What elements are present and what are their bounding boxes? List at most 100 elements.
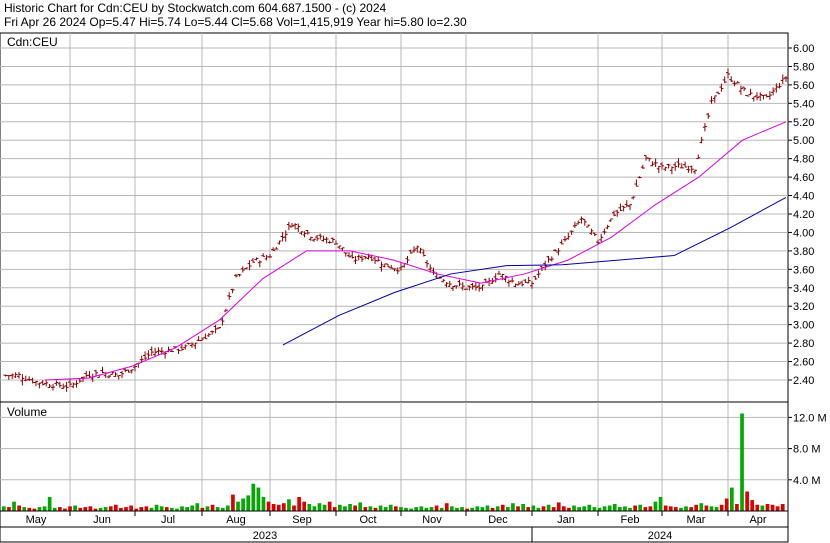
volume-bar: [480, 507, 485, 511]
time-axis-months: [0, 510, 789, 528]
volume-bar: [506, 507, 510, 511]
volume-bar: [358, 502, 363, 511]
month-label: Oct: [359, 514, 376, 526]
volume-bar: [719, 504, 724, 511]
price-tick-label: 4.20: [793, 209, 814, 221]
volume-bar: [587, 504, 592, 511]
volume-bar: [195, 503, 200, 511]
volume-bar: [765, 503, 770, 511]
volume-bar: [236, 501, 240, 511]
year-label: 2023: [253, 530, 277, 542]
volume-bar: [572, 505, 576, 511]
price-tick-label: 2.80: [793, 338, 814, 350]
month-label: Jul: [161, 514, 175, 526]
volume-bar: [735, 503, 739, 511]
month-label: Nov: [422, 514, 442, 526]
month-label: Apr: [749, 514, 766, 526]
volume-bar: [282, 503, 286, 511]
volume-bar: [541, 506, 546, 511]
volume-bar: [164, 507, 169, 511]
price-tick-label: 2.40: [793, 375, 814, 387]
volume-bar: [22, 507, 27, 511]
price-tick-label: 5.80: [793, 61, 814, 73]
volume-bar: [414, 507, 419, 511]
volume-bar: [399, 507, 403, 511]
volume-bar: [292, 505, 296, 511]
volume-bar: [546, 504, 551, 511]
volume-bar: [709, 506, 714, 511]
volume-bar: [444, 503, 449, 511]
volume-bar: [17, 505, 21, 511]
volume-bar: [562, 506, 566, 511]
month-label: Aug: [226, 514, 246, 526]
volume-bar: [551, 507, 556, 511]
volume-bar: [215, 507, 220, 511]
volume-bar: [745, 491, 749, 511]
volume-bar: [327, 501, 332, 511]
volume-bar: [144, 506, 149, 511]
volume-bar: [633, 505, 637, 511]
stock-chart: 6.00 5.80 5.60 5.40 5.20 5.00 4.80 4.60 4.40 4.20…: [0, 32, 827, 543]
price-tick-label: 4.40: [793, 191, 814, 203]
volume-bar: [210, 504, 215, 511]
price-tick-label: 3.20: [793, 301, 814, 313]
volume-bar: [648, 506, 653, 511]
volume-bar: [322, 504, 327, 511]
volume-tick-label: 12.0 M: [793, 412, 827, 424]
volume-bar: [297, 496, 301, 511]
volume-bar: [602, 506, 607, 511]
month-label: Mar: [687, 514, 706, 526]
volume-bar: [460, 507, 464, 511]
volume-bar: [623, 506, 627, 511]
volume-bar: [674, 507, 678, 511]
volume-bar: [114, 504, 118, 511]
volume-bar: [653, 501, 658, 511]
volume-bar: [475, 506, 480, 511]
volume-bar: [450, 506, 454, 511]
volume-bar: [485, 505, 490, 511]
volume-pane-label: Volume: [7, 405, 47, 419]
volume-bar: [643, 507, 648, 511]
volume-bar: [154, 504, 159, 511]
volume-bar: [516, 506, 520, 511]
volume-bar: [760, 505, 765, 511]
month-label: Jan: [557, 514, 575, 526]
volume-bar: [261, 496, 266, 511]
volume-bar: [684, 506, 688, 511]
volume-bar: [108, 506, 113, 511]
volume-bar: [47, 496, 52, 511]
volume-bar: [266, 501, 271, 511]
volume-bar: [388, 504, 393, 511]
volume-bar: [775, 506, 780, 511]
volume-bar: [338, 504, 342, 511]
volume-bar: [185, 507, 189, 511]
volume-bar: [618, 507, 622, 511]
volume-bar: [612, 503, 617, 511]
volume-bar: [582, 506, 587, 511]
volume-bar: [730, 487, 734, 511]
volume-bar: [394, 506, 398, 511]
volume-bar: [348, 503, 352, 511]
volume-tick-label: 8.0 M: [793, 444, 821, 456]
volume-tick-label: 4.0 M: [793, 475, 821, 487]
volume-bar: [577, 507, 581, 511]
volume-bar: [332, 507, 337, 511]
volume-bar: [378, 505, 383, 511]
volume-bar: [607, 505, 612, 511]
month-label: Feb: [621, 514, 640, 526]
price-axis: 6.00 5.80 5.60 5.40 5.20 5.00 4.80 4.60 4.40 4.20…: [788, 43, 814, 387]
price-tick-label: 5.40: [793, 98, 814, 110]
volume-bar: [663, 505, 668, 511]
volume-bar: [139, 507, 144, 511]
volume-bar: [755, 504, 760, 511]
volume-bar: [68, 506, 72, 511]
volume-bar: [271, 503, 276, 511]
price-tick-label: 3.40: [793, 283, 814, 295]
volume-bar: [353, 505, 357, 511]
volume-bar: [383, 507, 388, 511]
year-label: 2024: [648, 530, 672, 542]
volume-bar: [226, 505, 230, 511]
volume-bar: [511, 503, 515, 511]
volume-bar: [73, 505, 77, 511]
volume-bar: [190, 505, 195, 511]
